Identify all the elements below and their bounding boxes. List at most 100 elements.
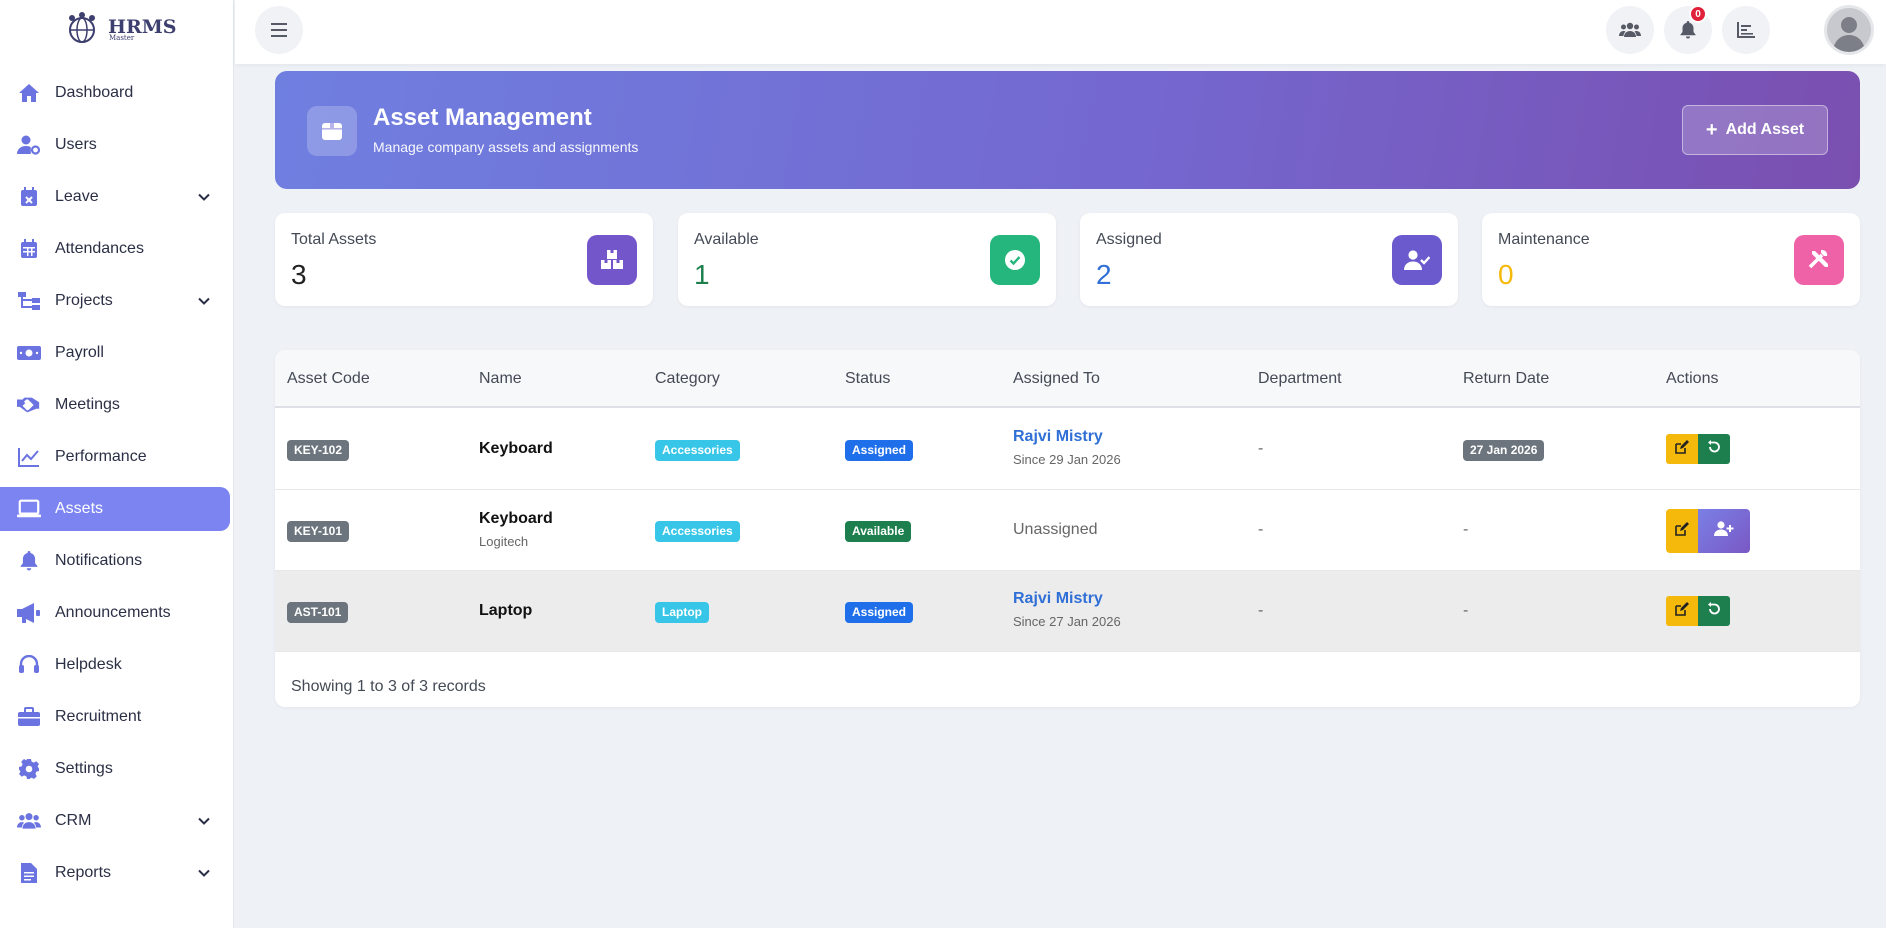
briefcase-icon: [17, 705, 41, 729]
return-date-text: -: [1463, 521, 1469, 538]
status-badge: Available: [845, 521, 912, 542]
sidebar-item-meetings[interactable]: Meetings: [0, 383, 234, 427]
box-icon: [307, 106, 357, 156]
hamburger-icon: [271, 23, 287, 37]
line-chart-icon: [17, 445, 41, 469]
sidebar-item-announcements[interactable]: Announcements: [0, 591, 234, 635]
column-header[interactable]: Actions: [1666, 370, 1718, 388]
user-gear-icon: [17, 133, 41, 157]
file-icon: [17, 861, 41, 885]
stat-value: 1: [694, 259, 710, 290]
sidebar-item-users[interactable]: Users: [0, 123, 234, 167]
stat-label: Available: [694, 231, 759, 248]
chevron-down-icon[interactable]: [196, 189, 212, 205]
return-asset-button[interactable]: [1698, 434, 1730, 464]
column-header[interactable]: Category: [655, 370, 720, 388]
boxes-icon: [587, 235, 637, 285]
assigned-user-link[interactable]: Rajvi Mistry: [1013, 428, 1121, 446]
sidebar-item-dashboard[interactable]: Dashboard: [0, 71, 234, 115]
sidebar-item-crm[interactable]: CRM: [0, 799, 234, 843]
sidebar-item-projects[interactable]: Projects: [0, 279, 234, 323]
column-header[interactable]: Name: [479, 370, 522, 388]
stat-card-available: Available 1: [678, 213, 1056, 306]
table-row[interactable]: KEY-102 Keyboard Accessories Assigned Rajvi …: [275, 409, 1860, 490]
asset-code-badge: KEY-102: [287, 440, 350, 461]
team-button[interactable]: [1606, 6, 1654, 54]
sidebar-item-label: Dashboard: [55, 84, 134, 101]
sidebar-item-attendances[interactable]: Attendances: [0, 227, 234, 271]
stat-value: 2: [1096, 259, 1112, 290]
table-row[interactable]: AST-101 Laptop Laptop Assigned Rajvi Mistry S…: [275, 571, 1860, 652]
sidebar-item-recruitment[interactable]: Recruitment: [0, 695, 234, 739]
sidebar-item-label: Settings: [55, 760, 113, 777]
page-title: Asset Management: [373, 104, 592, 131]
sidebar-item-label: Reports: [55, 864, 112, 881]
notifications-button[interactable]: 0: [1664, 5, 1712, 54]
assigned-to-text: Unassigned: [1013, 521, 1098, 538]
user-check-icon: [1392, 235, 1442, 285]
stat-label: Total Assets: [291, 231, 377, 248]
sidebar-item-label: Projects: [55, 292, 113, 309]
sidebar-item-label: Users: [55, 136, 97, 153]
page-subtitle: Manage company assets and assignments: [373, 139, 639, 155]
sidebar-item-leave[interactable]: Leave: [0, 175, 234, 219]
bell-icon: [17, 549, 41, 573]
reports-button[interactable]: [1722, 6, 1770, 54]
return-asset-button[interactable]: [1698, 596, 1730, 626]
sidebar-item-label: Announcements: [55, 604, 171, 621]
asset-name: Keyboard: [479, 440, 553, 457]
asset-name: Laptop: [479, 602, 533, 619]
sidebar-item-reports[interactable]: Reports: [0, 851, 234, 895]
column-header[interactable]: Asset Code: [287, 370, 370, 388]
edit-button[interactable]: [1666, 596, 1698, 626]
return-date-badge: 27 Jan 2026: [1463, 440, 1545, 461]
chevron-down-icon[interactable]: [196, 293, 212, 309]
sidebar-item-label: Attendances: [55, 240, 144, 257]
sidebar-item-performance[interactable]: Performance: [0, 435, 234, 479]
edit-button[interactable]: [1666, 509, 1698, 553]
column-header[interactable]: Status: [845, 370, 890, 388]
user-avatar[interactable]: [1824, 5, 1874, 55]
stat-value: 3: [291, 259, 307, 290]
assigned-since: Since 27 Jan 2026: [1013, 614, 1121, 629]
gear-icon: [17, 757, 41, 781]
chevron-down-icon[interactable]: [196, 865, 212, 881]
asset-code-badge: KEY-101: [287, 521, 350, 542]
edit-button[interactable]: [1666, 434, 1698, 464]
assign-asset-button[interactable]: [1698, 509, 1750, 553]
notification-count-badge: 0: [1689, 5, 1707, 23]
stat-card-maintenance: Maintenance 0: [1482, 213, 1860, 306]
category-badge: Accessories: [655, 521, 740, 542]
calendar-x-icon: [17, 185, 41, 209]
column-header[interactable]: Assigned To: [1013, 370, 1100, 388]
sidebar-nav: Dashboard Users Leave Attendances Projects Pa…: [0, 71, 234, 903]
stat-card-assigned: Assigned 2: [1080, 213, 1458, 306]
sidebar-item-assets[interactable]: Assets: [0, 487, 230, 531]
chevron-down-icon[interactable]: [196, 813, 212, 829]
sidebar-item-settings[interactable]: Settings: [0, 747, 234, 791]
column-header[interactable]: Department: [1258, 370, 1342, 388]
logo[interactable]: HRMS Master: [62, 10, 177, 44]
stat-label: Assigned: [1096, 231, 1162, 248]
edit-icon: [1675, 521, 1689, 541]
sidebar: HRMS Master Dashboard Users Leave Attendanc…: [0, 0, 234, 928]
assigned-user-link[interactable]: Rajvi Mistry: [1013, 590, 1121, 608]
stat-value: 0: [1498, 259, 1514, 290]
plus-icon: +: [1705, 119, 1718, 141]
sidebar-item-notifications[interactable]: Notifications: [0, 539, 234, 583]
sidebar-item-payroll[interactable]: Payroll: [0, 331, 234, 375]
table-row[interactable]: KEY-101 Keyboard Logitech Accessories Availa…: [275, 490, 1860, 571]
menu-toggle-button[interactable]: [255, 6, 303, 54]
home-icon: [17, 81, 41, 105]
department-text: -: [1258, 521, 1264, 538]
column-header[interactable]: Return Date: [1463, 370, 1549, 388]
asset-brand: Logitech: [479, 534, 529, 549]
check-circle-icon: [990, 235, 1040, 285]
add-asset-button[interactable]: + Add Asset: [1682, 105, 1828, 155]
sidebar-item-label: Leave: [55, 188, 99, 205]
sidebar-item-label: Payroll: [55, 344, 104, 361]
stat-card-total-assets: Total Assets 3: [275, 213, 653, 306]
sidebar-item-helpdesk[interactable]: Helpdesk: [0, 643, 234, 687]
asset-code-badge: AST-101: [287, 602, 349, 623]
user-plus-icon: [1714, 520, 1734, 542]
